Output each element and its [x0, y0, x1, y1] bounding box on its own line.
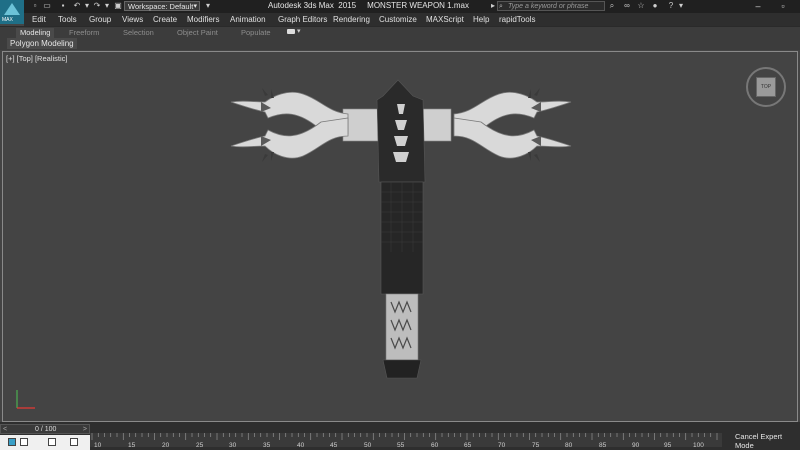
trackbar[interactable] [90, 433, 722, 447]
tick-label: 55 [397, 442, 405, 449]
tick-label: 75 [532, 442, 540, 449]
search-placeholder: Type a keyword or phrase [508, 3, 589, 10]
window-title: Autodesk 3ds Max 2015 MONSTER WEAPON 1.m… [268, 1, 469, 10]
maximize-button[interactable]: ▫ [771, 0, 795, 12]
search-input[interactable]: ⌕ Type a keyword or phrase [497, 1, 605, 11]
tab-freeform[interactable]: Freeform [69, 28, 99, 38]
polygon-modeling-panel[interactable]: Polygon Modeling [7, 38, 77, 49]
frame-display: 0 / 100 [35, 426, 57, 433]
ribbon-toggle-icon[interactable] [287, 29, 295, 34]
menu-animation[interactable]: Animation [230, 15, 266, 24]
tick-label: 80 [565, 442, 573, 449]
tick-label: 100 [693, 442, 704, 449]
tick-label: 70 [498, 442, 506, 449]
tick-label: 30 [229, 442, 237, 449]
minimize-button[interactable]: – [746, 0, 770, 12]
menu-graph-editors[interactable]: Graph Editors [278, 15, 327, 24]
app-logo-icon [4, 3, 20, 15]
tab-selection[interactable]: Selection [123, 28, 154, 38]
right-ornament [453, 88, 572, 162]
menu-rendering[interactable]: Rendering [333, 15, 370, 24]
search-field-icon: ⌕ [499, 3, 503, 10]
workspace-label: Workspace: Default [128, 2, 194, 11]
tab-modeling[interactable]: Modeling [16, 28, 55, 38]
menu-bar: Edit Tools Group Views Create Modifiers … [24, 13, 800, 26]
trackbar-ticks [91, 433, 718, 440]
prev-frame-icon[interactable]: < [3, 425, 7, 434]
menu-help[interactable]: Help [473, 15, 489, 24]
left-ornament [230, 88, 349, 162]
viewcube[interactable]: TOP [745, 66, 787, 108]
selection-lock-icon[interactable] [20, 438, 28, 446]
help-icon[interactable]: ? [666, 1, 676, 11]
tab-populate[interactable]: Populate [241, 28, 271, 38]
tick-label: 10 [94, 442, 102, 449]
next-frame-icon[interactable]: > [83, 425, 87, 434]
help-dropdown-icon[interactable]: ▾ [676, 1, 686, 11]
cancel-expert-mode-button[interactable]: Cancel Expert Mode [735, 432, 800, 450]
star-icon[interactable]: ☆ [636, 1, 646, 11]
menu-views[interactable]: Views [122, 15, 143, 24]
close-icon[interactable] [70, 438, 78, 446]
weapon-model [230, 79, 572, 379]
undo-icon[interactable]: ↶ [72, 1, 82, 11]
tick-label: 15 [128, 442, 136, 449]
menu-tools[interactable]: Tools [58, 15, 77, 24]
open-icon[interactable]: ▭ [42, 1, 52, 11]
menu-rapidtools[interactable]: rapidTools [499, 15, 535, 24]
tick-label: 40 [297, 442, 305, 449]
tick-label: 50 [364, 442, 372, 449]
redo-dropdown-icon[interactable]: ▾ [102, 1, 112, 11]
tab-object-paint[interactable]: Object Paint [177, 28, 218, 38]
binoculars-icon[interactable]: ∞ [622, 1, 632, 11]
viewcube-face[interactable]: TOP [756, 77, 776, 97]
tick-label: 20 [162, 442, 170, 449]
new-icon[interactable]: ▫ [30, 1, 40, 11]
menu-customize[interactable]: Customize [379, 15, 417, 24]
title-bar: MAX ▫ ▭ ▪ ↶ ▾ ↷ ▾ ▣ Workspace: Default ▾… [0, 0, 800, 24]
axis-gizmo [16, 390, 35, 409]
menu-modifiers[interactable]: Modifiers [187, 15, 219, 24]
tick-label: 60 [431, 442, 439, 449]
workspace-menu-icon[interactable]: ▾ [203, 1, 213, 11]
tick-label: 45 [330, 442, 338, 449]
ribbon-chevron-down-icon[interactable]: ▾ [297, 27, 301, 35]
tick-label: 35 [263, 442, 271, 449]
app-logo-label: MAX [2, 17, 13, 23]
menu-edit[interactable]: Edit [32, 15, 46, 24]
search-icon[interactable]: ⌕ [607, 1, 617, 11]
user-icon[interactable]: ● [650, 1, 660, 11]
weapon-pommel [382, 359, 422, 379]
app-logo-button[interactable]: MAX [0, 0, 24, 24]
tick-label: 25 [196, 442, 204, 449]
save-icon[interactable]: ▪ [58, 1, 68, 11]
viewport-top[interactable]: [+] [Top] [Realistic] TOP [2, 51, 798, 422]
workspace-dropdown[interactable]: Workspace: Default ▾ [124, 1, 200, 11]
tick-label: 65 [464, 442, 472, 449]
chevron-down-icon: ▾ [193, 3, 197, 10]
menu-group[interactable]: Group [89, 15, 111, 24]
tick-label: 95 [664, 442, 672, 449]
weapon-head [376, 79, 426, 183]
time-slider[interactable]: < 0 / 100 > [0, 424, 90, 434]
redo-icon[interactable]: ↷ [92, 1, 102, 11]
isolate-toggle-icon[interactable] [48, 438, 56, 446]
menu-create[interactable]: Create [153, 15, 177, 24]
maxscript-listener-icon[interactable] [8, 438, 16, 446]
tick-label: 90 [632, 442, 640, 449]
hold-icon[interactable]: ▣ [113, 1, 123, 11]
menu-maxscript[interactable]: MAXScript [426, 15, 464, 24]
undo-dropdown-icon[interactable]: ▾ [82, 1, 92, 11]
ribbon-panel-bar: Polygon Modeling [0, 38, 800, 50]
status-panel [0, 435, 90, 450]
tick-label: 85 [599, 442, 607, 449]
